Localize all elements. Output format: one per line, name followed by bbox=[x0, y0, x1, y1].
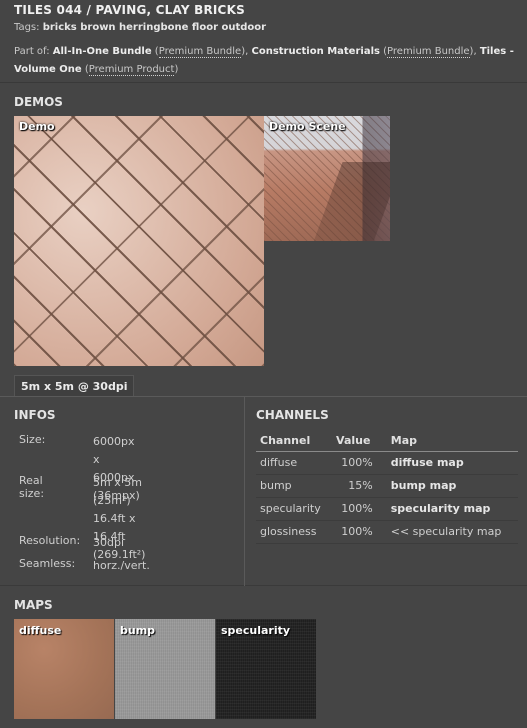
info-size-key: Size: bbox=[19, 433, 46, 446]
diffuse-map-thumbnail[interactable]: diffuse bbox=[14, 619, 114, 719]
bundle-kind-link[interactable]: Premium Product bbox=[88, 64, 175, 76]
channel-map-link[interactable]: diffuse map bbox=[386, 451, 518, 475]
table-row: bump 15% bump map bbox=[256, 474, 518, 498]
bump-map-thumbnail[interactable]: bump bbox=[115, 619, 215, 719]
bundle-link-all-in-one[interactable]: All-In-One Bundle bbox=[53, 46, 152, 57]
maps-heading: MAPS bbox=[14, 598, 53, 612]
column-header-value: Value bbox=[332, 430, 387, 452]
channel-map-reference: << specularity map bbox=[386, 520, 518, 544]
panel-divider bbox=[244, 396, 245, 586]
info-resolution-value: 30dpi bbox=[93, 536, 125, 549]
bundle-kind-link[interactable]: Premium Bundle bbox=[158, 46, 242, 58]
info-seamless-value: horz./vert. bbox=[93, 559, 150, 572]
channels-header-row: Channel Value Map bbox=[256, 430, 518, 452]
tags-label: Tags: bbox=[14, 22, 40, 33]
channel-name: bump bbox=[256, 474, 333, 498]
info-seamless-key: Seamless: bbox=[19, 557, 76, 570]
specularity-map-thumbnail[interactable]: specularity bbox=[216, 619, 316, 719]
demo-scene-label: Demo Scene bbox=[269, 120, 346, 133]
demo-label: Demo bbox=[19, 120, 55, 133]
table-row: diffuse 100% diffuse map bbox=[256, 451, 518, 475]
bump-map-label: bump bbox=[120, 624, 156, 637]
channel-name: diffuse bbox=[256, 451, 333, 475]
demo-image[interactable]: Demo bbox=[14, 116, 264, 366]
product-header: TILES 044 / PAVING, CLAY BRICKS Tags: br… bbox=[0, 0, 527, 83]
column-header-map: Map bbox=[386, 430, 518, 452]
channel-value: 100% bbox=[332, 520, 387, 544]
channel-value: 100% bbox=[332, 451, 387, 475]
column-header-channel: Channel bbox=[256, 430, 333, 452]
channel-map-link[interactable]: bump map bbox=[386, 474, 518, 498]
channel-map-link[interactable]: specularity map bbox=[386, 497, 518, 521]
infos-heading: INFOS bbox=[14, 408, 56, 422]
table-row: specularity 100% specularity map bbox=[256, 497, 518, 521]
channel-name: glossiness bbox=[256, 520, 333, 544]
info-resolution-key: Resolution: bbox=[19, 534, 81, 547]
demo-scene-image[interactable]: Demo Scene bbox=[264, 116, 390, 241]
channels-heading: CHANNELS bbox=[256, 408, 329, 422]
demos-heading: DEMOS bbox=[14, 95, 63, 109]
bundle-link-construction-materials[interactable]: Construction Materials bbox=[251, 46, 379, 57]
channel-value: 15% bbox=[332, 474, 387, 498]
channel-name: specularity bbox=[256, 497, 333, 521]
info-real-size-line: 5m x 5m (25m²) bbox=[93, 476, 142, 507]
tags-line: Tags: bricks brown herringbone floor out… bbox=[14, 22, 266, 33]
bundle-kind-link[interactable]: Premium Bundle bbox=[387, 46, 470, 58]
part-of-label: Part of: bbox=[14, 46, 50, 57]
size-tab[interactable]: 5m x 5m @ 30dpi bbox=[14, 375, 135, 397]
page-title: TILES 044 / PAVING, CLAY BRICKS bbox=[14, 3, 245, 17]
diffuse-map-label: diffuse bbox=[19, 624, 62, 637]
channels-table: Channel Value Map diffuse 100% diffuse m… bbox=[256, 430, 518, 544]
table-row: glossiness 100% << specularity map bbox=[256, 520, 518, 544]
tags-value: bricks brown herringbone floor outdoor bbox=[42, 22, 267, 33]
info-real-size-key: Real size: bbox=[19, 474, 45, 500]
specularity-map-label: specularity bbox=[221, 624, 291, 637]
scene-shadow bbox=[313, 162, 390, 241]
part-of-line: Part of: All-In-One Bundle (Premium Bund… bbox=[14, 46, 514, 76]
channel-value: 100% bbox=[332, 497, 387, 521]
